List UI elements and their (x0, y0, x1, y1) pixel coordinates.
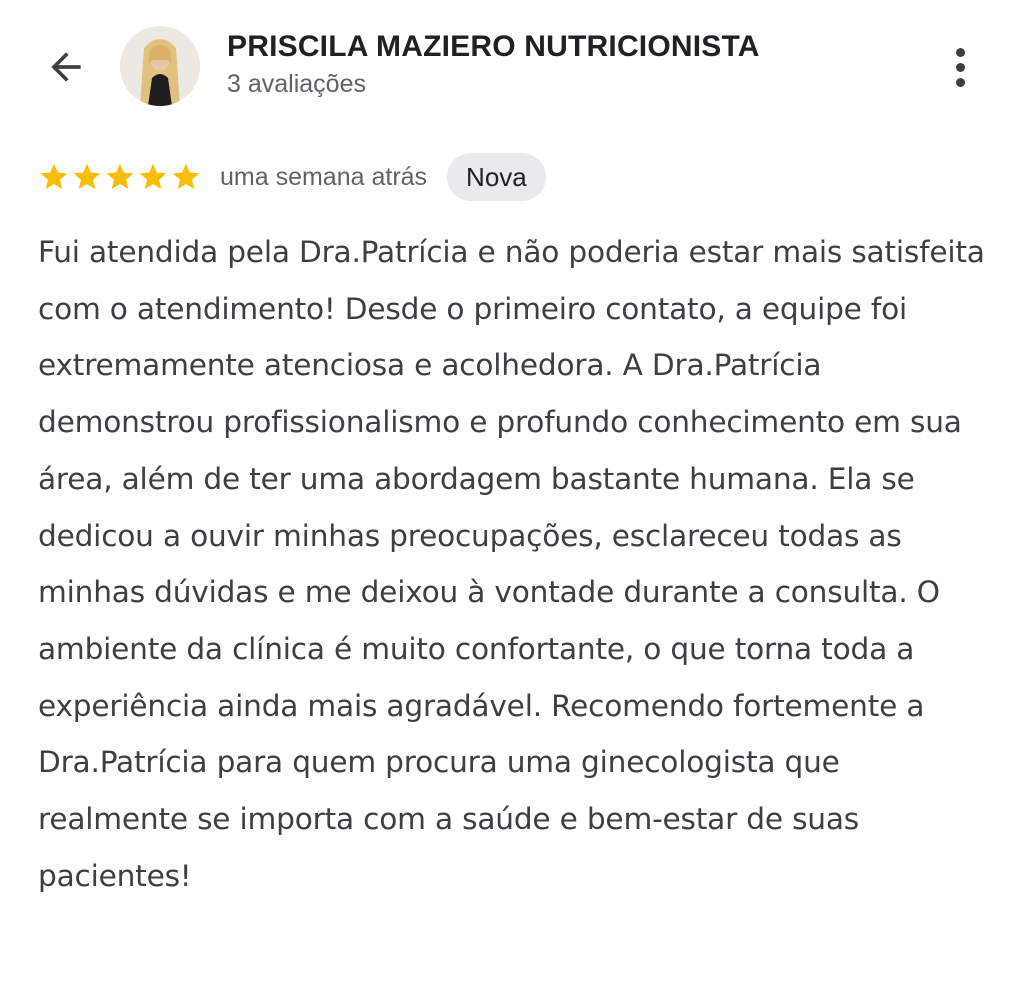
place-name[interactable]: PRISCILA MAZIERO NUTRICIONISTA (227, 30, 760, 64)
profile-photo (120, 26, 200, 106)
more-vert-icon (955, 47, 965, 57)
avatar[interactable] (120, 26, 200, 106)
star-icon (172, 163, 200, 189)
title-block: PRISCILA MAZIERO NUTRICIONISTA 3 avaliaç… (227, 30, 760, 100)
review-count: 3 avaliações (227, 70, 366, 98)
review-meta: uma semana atrás Nova (38, 152, 546, 202)
review-time: uma semana atrás (220, 162, 428, 191)
header: PRISCILA MAZIERO NUTRICIONISTA 3 avaliaç… (0, 0, 1024, 130)
star-icon (73, 163, 101, 189)
back-button[interactable] (34, 40, 98, 94)
star-icon (40, 163, 68, 189)
star-icon (106, 163, 134, 189)
more-vert-icon-dot (955, 62, 965, 72)
new-badge: Nova (447, 153, 546, 201)
star-icon (139, 163, 167, 189)
review-text: Fui atendida pela Dra.Patrícia e não pod… (38, 235, 985, 893)
arrow-back-icon (51, 52, 81, 82)
star-rating (38, 161, 202, 193)
more-options-button[interactable] (938, 42, 982, 92)
more-vert-icon-dot (955, 77, 965, 87)
